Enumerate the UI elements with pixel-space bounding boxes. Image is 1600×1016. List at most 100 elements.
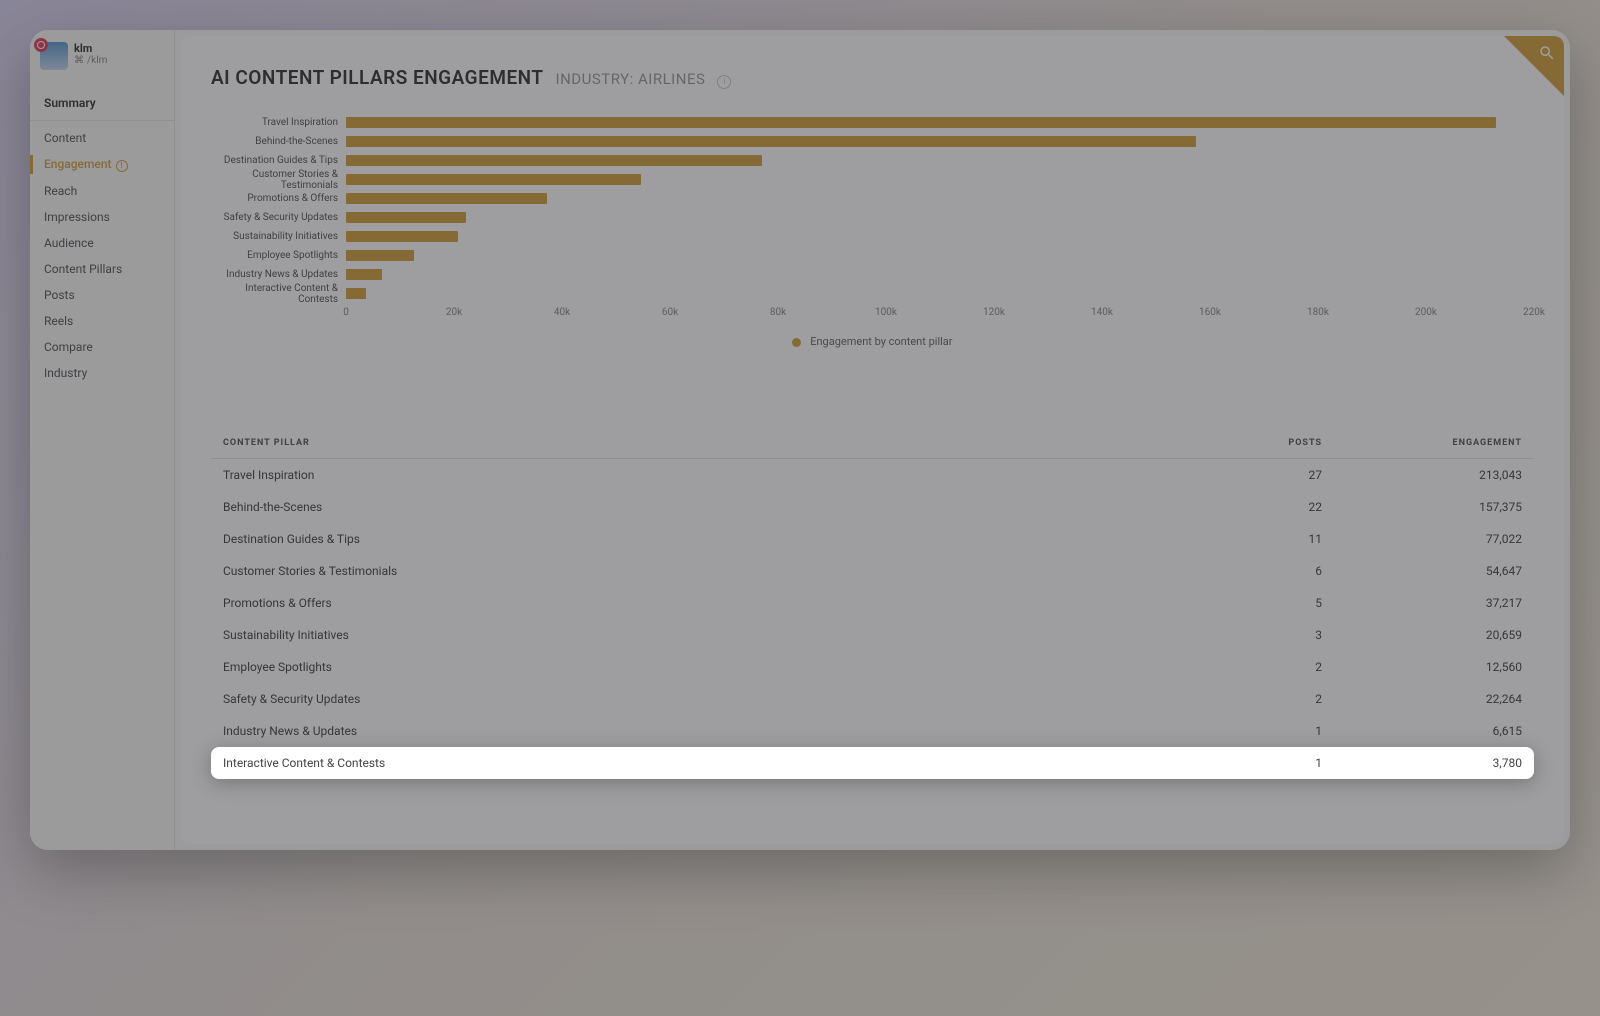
sidebar-item-impressions[interactable]: Impressions	[30, 204, 174, 230]
th-pillar[interactable]: CONTENT PILLAR	[223, 438, 1202, 448]
td-engagement: 3,780	[1322, 756, 1522, 770]
chart-bar[interactable]	[346, 288, 366, 299]
td-engagement: 54,647	[1322, 564, 1522, 578]
chart-tick: 80k	[770, 307, 786, 318]
profile-block[interactable]: klm ⌘ /klm	[30, 42, 174, 82]
sidebar-item-reels[interactable]: Reels	[30, 308, 174, 334]
chart-row: Industry News & Updates	[211, 265, 1534, 284]
profile-info: klm ⌘ /klm	[74, 42, 107, 66]
chart-category-label: Interactive Content & Contests	[211, 283, 346, 305]
page-header: AI CONTENT PILLARS ENGAGEMENT INDUSTRY: …	[211, 66, 1534, 89]
chart-category-label: Behind-the-Scenes	[211, 136, 346, 147]
td-pillar: Safety & Security Updates	[223, 692, 1202, 706]
sidebar-item-reach[interactable]: Reach	[30, 178, 174, 204]
chart-tick: 140k	[1091, 307, 1113, 318]
td-pillar: Behind-the-Scenes	[223, 500, 1202, 514]
td-posts: 6	[1202, 564, 1322, 578]
chart-bar[interactable]	[346, 174, 641, 185]
chart-bar[interactable]	[346, 136, 1196, 147]
chart-category-label: Customer Stories & Testimonials	[211, 169, 346, 191]
chart-tick: 100k	[875, 307, 897, 318]
td-pillar: Travel Inspiration	[223, 468, 1202, 482]
td-posts: 27	[1202, 468, 1322, 482]
info-icon: !	[116, 160, 128, 172]
chart-category-label: Industry News & Updates	[211, 269, 346, 280]
sidebar: klm ⌘ /klm Summary ContentEngagement!Rea…	[30, 30, 175, 850]
td-posts: 11	[1202, 532, 1322, 546]
chart-row: Interactive Content & Contests	[211, 284, 1534, 303]
table-row[interactable]: Industry News & Updates16,615	[211, 715, 1534, 747]
td-posts: 1	[1202, 756, 1322, 770]
content-pillar-table: CONTENT PILLAR POSTS ENGAGEMENT Travel I…	[211, 428, 1534, 779]
sidebar-item-audience[interactable]: Audience	[30, 230, 174, 256]
chart-row: Customer Stories & Testimonials	[211, 170, 1534, 189]
td-posts: 1	[1202, 724, 1322, 738]
chart-row: Destination Guides & Tips	[211, 151, 1534, 170]
table-row[interactable]: Sustainability Initiatives320,659	[211, 619, 1534, 651]
table-row[interactable]: Safety & Security Updates222,264	[211, 683, 1534, 715]
td-pillar: Promotions & Offers	[223, 596, 1202, 610]
table-header: CONTENT PILLAR POSTS ENGAGEMENT	[211, 428, 1534, 459]
chart-bar[interactable]	[346, 212, 466, 223]
sidebar-item-industry[interactable]: Industry	[30, 360, 174, 386]
table-row[interactable]: Destination Guides & Tips1177,022	[211, 523, 1534, 555]
chart-legend: Engagement by content pillar	[211, 335, 1534, 348]
table-row[interactable]: Behind-the-Scenes22157,375	[211, 491, 1534, 523]
chart-bar[interactable]	[346, 269, 382, 280]
chart-bar-track	[346, 250, 1534, 261]
sidebar-item-posts[interactable]: Posts	[30, 282, 174, 308]
chart-tick: 0	[343, 307, 349, 318]
chart-bar[interactable]	[346, 250, 414, 261]
chart-x-axis: 020k40k60k80k100k120k140k160k180k200k220…	[346, 307, 1534, 321]
sidebar-item-content-pillars[interactable]: Content Pillars	[30, 256, 174, 282]
td-posts: 2	[1202, 692, 1322, 706]
chart-tick: 40k	[554, 307, 570, 318]
chart-category-label: Sustainability Initiatives	[211, 231, 346, 242]
sidebar-item-content[interactable]: Content	[30, 125, 174, 151]
bar-chart: Travel Inspiration Behind-the-Scenes Desti…	[211, 113, 1534, 348]
th-engagement[interactable]: ENGAGEMENT	[1322, 438, 1522, 448]
legend-label: Engagement by content pillar	[810, 335, 952, 348]
sidebar-item-compare[interactable]: Compare	[30, 334, 174, 360]
page-subtitle: INDUSTRY: AIRLINES	[556, 70, 706, 88]
table-row[interactable]: Interactive Content & Contests13,780	[211, 747, 1534, 779]
app-window: klm ⌘ /klm Summary ContentEngagement!Rea…	[30, 30, 1570, 850]
chart-bar[interactable]	[346, 193, 547, 204]
chart-category-label: Travel Inspiration	[211, 117, 346, 128]
sidebar-item-engagement[interactable]: Engagement!	[30, 151, 174, 178]
search-icon	[1538, 44, 1556, 62]
td-engagement: 20,659	[1322, 628, 1522, 642]
chart-bar[interactable]	[346, 117, 1496, 128]
td-pillar: Industry News & Updates	[223, 724, 1202, 738]
chart-category-label: Destination Guides & Tips	[211, 155, 346, 166]
chart-bar[interactable]	[346, 231, 458, 242]
chart-bar-track	[346, 174, 1534, 185]
info-icon[interactable]: i	[717, 75, 731, 89]
chart-bar-track	[346, 212, 1534, 223]
sidebar-item-summary[interactable]: Summary	[30, 90, 174, 121]
table-row[interactable]: Travel Inspiration27213,043	[211, 459, 1534, 491]
td-posts: 3	[1202, 628, 1322, 642]
th-posts[interactable]: POSTS	[1202, 438, 1322, 448]
td-pillar: Customer Stories & Testimonials	[223, 564, 1202, 578]
chart-row: Travel Inspiration	[211, 113, 1534, 132]
table-row[interactable]: Customer Stories & Testimonials654,647	[211, 555, 1534, 587]
chart-bar-track	[346, 231, 1534, 242]
td-posts: 2	[1202, 660, 1322, 674]
chart-bar-track	[346, 117, 1534, 128]
td-engagement: 77,022	[1322, 532, 1522, 546]
chart-category-label: Safety & Security Updates	[211, 212, 346, 223]
td-engagement: 157,375	[1322, 500, 1522, 514]
chart-row: Behind-the-Scenes	[211, 132, 1534, 151]
chart-bar-track	[346, 288, 1534, 299]
sidebar-nav: Summary ContentEngagement!ReachImpressio…	[30, 90, 174, 386]
chart-tick: 180k	[1307, 307, 1329, 318]
td-engagement: 6,615	[1322, 724, 1522, 738]
chart-bar[interactable]	[346, 155, 762, 166]
instagram-badge-icon	[34, 38, 48, 52]
chart-row: Promotions & Offers	[211, 189, 1534, 208]
chart-category-label: Promotions & Offers	[211, 193, 346, 204]
table-row[interactable]: Promotions & Offers537,217	[211, 587, 1534, 619]
chart-tick: 200k	[1415, 307, 1437, 318]
table-row[interactable]: Employee Spotlights212,560	[211, 651, 1534, 683]
